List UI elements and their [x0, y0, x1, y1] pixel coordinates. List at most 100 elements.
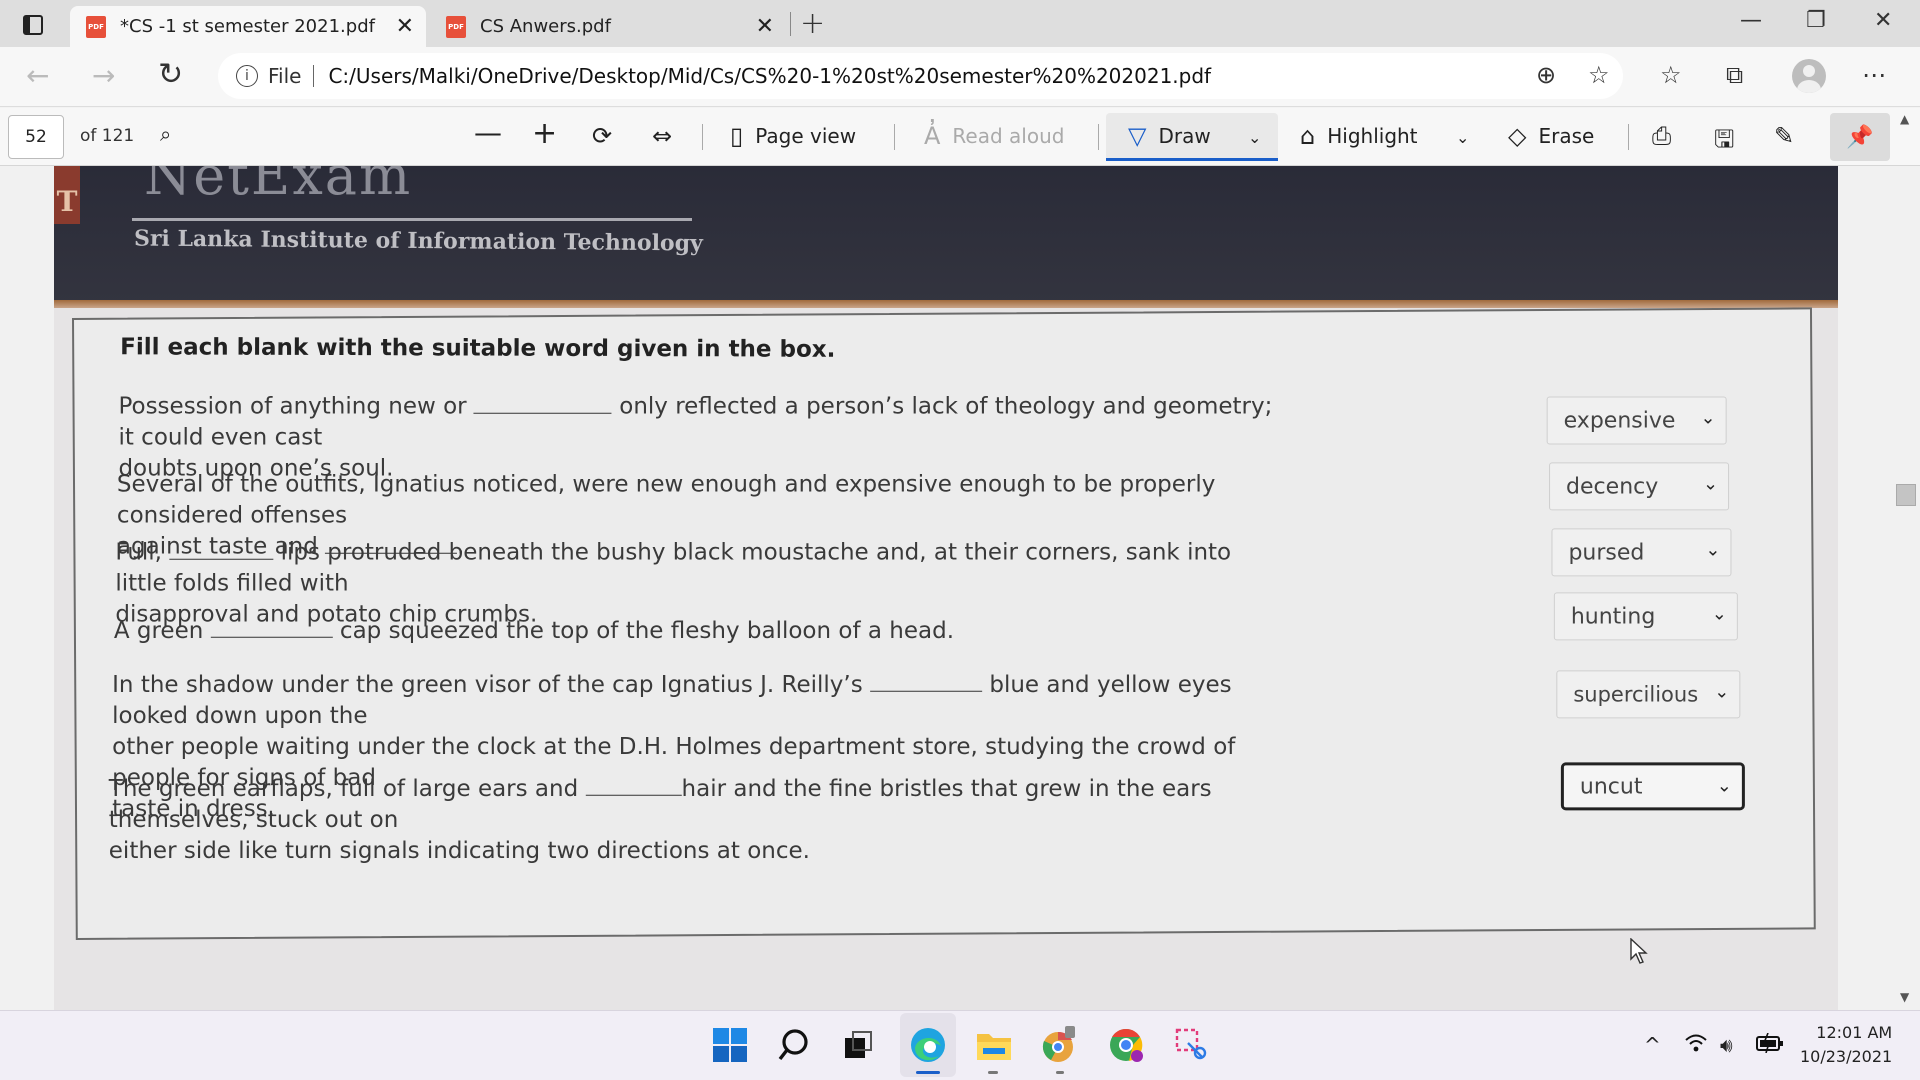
question-text: either side like turn signals indicating… — [108, 837, 810, 864]
close-window-button[interactable]: ✕ — [1874, 8, 1892, 33]
exam-system-title: NetExam — [144, 166, 413, 207]
selected-answer: pursed — [1568, 539, 1645, 565]
draw-button[interactable]: ▽ Draw — [1128, 122, 1211, 150]
tab-bar: PDF *CS -1 st semester 2021.pdf ✕ PDF CS… — [0, 0, 1920, 47]
url-divider — [313, 65, 315, 87]
file-explorer-icon[interactable] — [974, 1025, 1014, 1065]
close-tab-icon[interactable]: ✕ — [756, 14, 774, 39]
question-item-4: A green cap squeezed the top of the fles… — [114, 616, 1284, 647]
minimize-button[interactable]: — — [1740, 8, 1762, 33]
answer-select-2[interactable]: decency ⌄ — [1549, 462, 1730, 511]
pdf-page-image: T NetExam Sri Lanka Institute of Informa… — [54, 166, 1838, 1010]
scroll-up-arrow[interactable]: ▲ — [1900, 112, 1909, 126]
highlighter-icon: ⌂ — [1300, 122, 1316, 150]
pin-toolbar-icon[interactable]: 📌 — [1830, 113, 1890, 161]
chevron-down-icon: ⌄ — [1711, 603, 1727, 625]
zoom-in-button[interactable]: + — [532, 116, 557, 151]
chevron-down-icon: ⌄ — [1705, 539, 1721, 561]
read-aloud-icon: A̓ — [924, 122, 941, 150]
chevron-down-icon: ⌄ — [1714, 681, 1730, 703]
back-button[interactable]: ← — [26, 59, 49, 92]
page-view-button[interactable]: ▯ Page view — [730, 122, 856, 150]
windows-start-icon[interactable] — [710, 1025, 750, 1065]
tab-cs-semester-pdf[interactable]: PDF *CS -1 st semester 2021.pdf ✕ — [70, 6, 426, 47]
answer-select-1[interactable]: expensive ⌄ — [1546, 396, 1727, 445]
favorites-icon[interactable]: ☆ — [1660, 61, 1682, 89]
highlight-options-chevron-icon[interactable]: ⌄ — [1456, 128, 1469, 147]
refresh-button[interactable]: ↻ — [158, 57, 183, 92]
active-app-indicator — [916, 1071, 940, 1074]
new-tab-button[interactable]: + — [800, 6, 825, 41]
selected-answer: uncut — [1579, 773, 1643, 799]
institute-logo-mark: T — [54, 166, 80, 224]
answer-select-6[interactable]: uncut ⌄ — [1560, 762, 1745, 811]
question-text: A green — [113, 617, 211, 644]
save-as-icon[interactable]: ✎ — [1774, 122, 1794, 150]
find-icon[interactable]: ⌕ — [160, 122, 171, 146]
info-icon[interactable]: i — [236, 65, 258, 87]
question-text: Several of the outfits, Ignatius noticed… — [116, 471, 1216, 529]
more-options-icon[interactable]: ⋯ — [1862, 61, 1886, 89]
selected-answer: decency — [1566, 473, 1659, 499]
system-clock[interactable]: 12:01 AM 10/23/2021 — [1800, 1021, 1892, 1069]
running-app-indicator — [988, 1071, 998, 1074]
print-icon[interactable]: ⎙ — [1652, 122, 1671, 150]
tab-actions-menu-button[interactable] — [18, 10, 48, 40]
windows-taskbar: ^ 🔊︎ 12:01 AM 10/23/2021 — [0, 1010, 1920, 1080]
chevron-down-icon: ⌄ — [1700, 407, 1716, 429]
answer-blank — [870, 671, 983, 692]
task-view-icon[interactable] — [838, 1025, 878, 1065]
close-tab-icon[interactable]: ✕ — [396, 14, 414, 39]
selected-answer: supercilious — [1573, 682, 1699, 707]
zoom-icon[interactable]: ⊕ — [1536, 61, 1556, 89]
pdf-viewer[interactable]: T NetExam Sri Lanka Institute of Informa… — [0, 166, 1920, 1010]
chrome-icon[interactable] — [1106, 1025, 1146, 1065]
rotate-button[interactable]: ⟳ — [592, 122, 612, 150]
scrollbar-thumb[interactable] — [1896, 484, 1916, 506]
answer-select-4[interactable]: hunting ⌄ — [1553, 592, 1738, 641]
question-item-6: The green earflaps, full of large ears a… — [109, 774, 1309, 867]
toolbar-divider — [702, 124, 703, 150]
pdf-toolbar: 52 of 121 ⌕ — + ⟳ ⇔ ▯ Page view A̓ Read … — [0, 108, 1920, 166]
save-icon[interactable]: 🖫 — [1714, 122, 1734, 163]
forward-button[interactable]: → — [92, 59, 115, 92]
draw-options-chevron-icon[interactable]: ⌄ — [1248, 128, 1261, 147]
edge-icon[interactable] — [908, 1025, 948, 1065]
page-number-input[interactable]: 52 — [8, 115, 64, 159]
selected-answer: expensive — [1563, 407, 1676, 433]
restore-button[interactable]: ❐ — [1806, 8, 1826, 33]
fit-to-width-button[interactable]: ⇔ — [652, 122, 672, 150]
header-edge — [54, 300, 1838, 308]
toolbar-divider — [1628, 124, 1629, 150]
search-icon[interactable] — [774, 1025, 814, 1065]
url-text[interactable]: C:/Users/Malki/OneDrive/Desktop/Mid/Cs/C… — [328, 64, 1211, 88]
collections-icon[interactable]: ⧉ — [1726, 61, 1743, 89]
question-text: cap squeezed the top of the fleshy ballo… — [332, 617, 955, 644]
read-aloud-button[interactable]: A̓ Read aloud — [924, 122, 1064, 150]
wifi-icon[interactable] — [1684, 1033, 1708, 1058]
clock-date: 10/23/2021 — [1800, 1047, 1893, 1066]
toolbar-divider — [894, 124, 895, 150]
battery-icon[interactable] — [1756, 1032, 1784, 1058]
zoom-out-button[interactable]: — — [474, 116, 502, 149]
answer-select-5[interactable]: supercilious ⌄ — [1556, 670, 1741, 719]
address-bar-row: ← → ↻ i File C:/Users/Malki/OneDrive/Des… — [0, 47, 1920, 107]
erase-button[interactable]: ◇ Erase — [1508, 122, 1594, 150]
running-app-indicator — [1056, 1071, 1064, 1074]
pdf-icon: PDF — [86, 15, 106, 38]
answer-blank — [473, 393, 612, 414]
add-favorite-icon[interactable]: ☆ — [1588, 61, 1610, 89]
scroll-down-arrow[interactable]: ▼ — [1900, 990, 1909, 1004]
profile-avatar[interactable] — [1792, 59, 1826, 93]
highlight-button[interactable]: ⌂ Highlight — [1300, 122, 1418, 150]
show-hidden-icons-chevron-icon[interactable]: ^ — [1644, 1033, 1661, 1057]
volume-icon[interactable]: 🔊︎ — [1720, 1033, 1733, 1057]
address-bar[interactable]: i File C:/Users/Malki/OneDrive/Desktop/M… — [218, 53, 1623, 99]
chrome-canary-icon[interactable] — [1040, 1025, 1080, 1065]
snipping-tool-icon[interactable] — [1172, 1025, 1212, 1065]
url-scheme-label: File — [268, 64, 302, 88]
answer-blank — [585, 775, 682, 796]
page-view-icon: ▯ — [730, 122, 744, 150]
tab-cs-answers-pdf[interactable]: PDF CS Anwers.pdf ✕ — [430, 6, 786, 47]
answer-select-3[interactable]: pursed ⌄ — [1551, 528, 1732, 577]
